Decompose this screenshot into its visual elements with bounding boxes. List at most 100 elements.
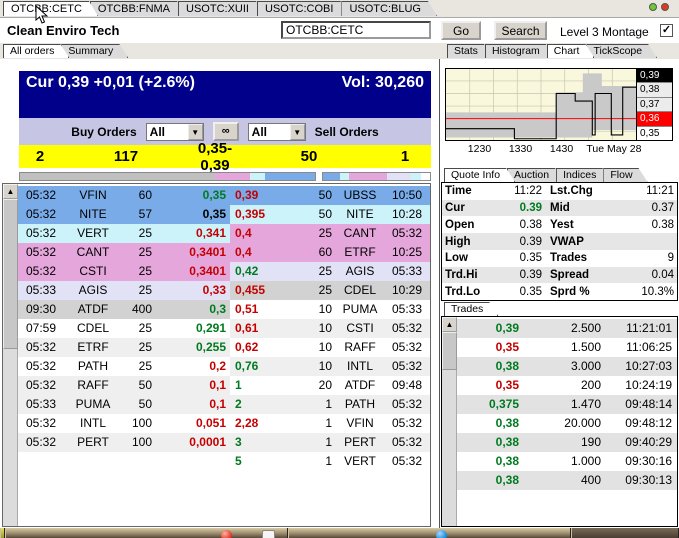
trade-row: 0,39 2.500 11:21:01 — [457, 319, 677, 338]
sell-time: 05:32 — [391, 435, 422, 449]
montage-row: 05:32 NITE 57 0,35 0,395 50 NITE 10:28 — [18, 205, 430, 224]
sell-order-row[interactable]: 2,28 1 VFIN 05:32 — [230, 414, 430, 433]
taskbar-segment[interactable] — [5, 528, 288, 538]
sell-depth-segment — [323, 173, 341, 180]
quote-value: 0.35 — [519, 252, 542, 265]
sell-order-row[interactable]: 0,61 10 CSTI 05:32 — [230, 319, 430, 338]
sell-price: 0,51 — [235, 302, 259, 316]
buy-size: 25 — [138, 340, 152, 354]
window-app-icon[interactable] — [262, 530, 275, 538]
chevron-down-icon[interactable]: ▼ — [187, 123, 203, 140]
buy-order-row[interactable]: 05:32 INTL 100 0,051 — [18, 414, 230, 433]
sell-order-row[interactable]: 0,455 25 CDEL 10:29 — [230, 281, 430, 300]
chart-plot-area — [446, 69, 636, 140]
title-tab-usotc-blug[interactable]: USOTC:BLUG — [341, 1, 437, 16]
taskbar-segment[interactable] — [571, 528, 679, 538]
sell-market-maker: AGIS — [345, 264, 375, 278]
scrollbar-thumb[interactable] — [442, 332, 457, 370]
sell-depth-segment — [410, 173, 422, 180]
sell-filter-select[interactable]: All ▼ — [247, 122, 306, 141]
sell-order-row[interactable]: 0,39 50 UBSS 10:50 — [230, 186, 430, 205]
link-filters-button[interactable]: ∞ — [212, 122, 239, 141]
go-button[interactable]: Go — [441, 21, 481, 40]
close-button[interactable] — [661, 3, 669, 11]
sell-market-maker: ATDF — [344, 378, 376, 392]
quote-tab-auction[interactable]: Auction — [507, 168, 564, 182]
buy-order-row[interactable]: 09:30 ATDF 400 0,3 — [18, 300, 230, 319]
montage-row: 05:33 PUMA 50 0,1 2 1 PATH 05:32 — [18, 395, 430, 414]
buy-order-row[interactable]: 05:32 VFIN 60 0,35 — [18, 186, 230, 205]
quote-label: Cur — [445, 202, 465, 215]
sell-price: 0,4 — [235, 226, 252, 240]
trades-scrollbar[interactable]: ▲ — [442, 317, 457, 526]
os-taskbar[interactable] — [0, 528, 679, 538]
sell-order-row[interactable]: 0,76 10 INTL 05:32 — [230, 357, 430, 376]
sell-size: 10 — [318, 340, 332, 354]
sell-order-row[interactable]: 2 1 PATH 05:32 — [230, 395, 430, 414]
buy-order-row[interactable]: 05:32 PATH 25 0,2 — [18, 357, 230, 376]
buy-order-row[interactable]: 05:32 RAFF 50 0,1 — [18, 376, 230, 395]
montage-scrollbar[interactable]: ▲ — [3, 184, 18, 526]
buy-order-row[interactable]: 07:59 CDEL 25 0,291 — [18, 319, 230, 338]
sell-size: 25 — [318, 264, 332, 278]
minimize-button[interactable] — [649, 3, 657, 11]
sell-order-row[interactable]: 3 1 PERT 05:32 — [230, 433, 430, 452]
sell-order-row[interactable]: 0,62 10 RAFF 05:32 — [230, 338, 430, 357]
sell-order-row[interactable]: 0,4 60 ETRF 10:25 — [230, 243, 430, 262]
quote-value: 0.39 — [519, 268, 542, 281]
trades-tab-trades[interactable]: Trades — [444, 302, 498, 316]
red-app-icon[interactable] — [221, 530, 232, 538]
taskbar-segment[interactable] — [288, 528, 571, 538]
buy-filter-value: All — [149, 124, 165, 139]
montage-row: 05:32 ETRF 25 0,255 0,62 10 RAFF 05:32 — [18, 338, 430, 357]
buy-time: 05:32 — [25, 435, 57, 449]
sell-time: 05:32 — [391, 340, 422, 354]
x-axis-label: 1430 — [549, 143, 574, 155]
title-tab-otcbb-fnma[interactable]: OTCBB:FNMA — [90, 1, 186, 16]
sell-order-row[interactable]: 0,51 10 PUMA 05:33 — [230, 300, 430, 319]
right-tab-tickscope[interactable]: TickScope — [586, 44, 657, 58]
sell-order-row[interactable]: 0,395 50 NITE 10:28 — [230, 205, 430, 224]
sell-order-row[interactable]: 1 20 ATDF 09:48 — [230, 376, 430, 395]
buy-order-row[interactable]: 05:32 CANT 25 0,3401 — [18, 243, 230, 262]
quote-tab-indices[interactable]: Indices — [556, 168, 611, 182]
level3-montage-checkbox[interactable]: ✓ — [660, 24, 673, 37]
symbol-input[interactable] — [281, 21, 431, 39]
blue-app-icon[interactable] — [436, 530, 447, 538]
sell-market-maker: CANT — [343, 226, 377, 240]
title-tab-usotc-cobi[interactable]: USOTC:COBI — [257, 1, 349, 16]
sell-order-row[interactable]: 0,42 25 AGIS 05:33 — [230, 262, 430, 281]
scrollbar-thumb[interactable] — [3, 199, 18, 349]
right-tab-histogram[interactable]: Histogram — [485, 44, 555, 58]
buy-order-row[interactable]: 05:32 NITE 57 0,35 — [18, 205, 230, 224]
trades-tab-strip: Trades — [444, 302, 490, 316]
montage-tab-summary[interactable]: Summary — [61, 44, 128, 58]
quote-value: 0.38 — [519, 218, 542, 231]
search-button[interactable]: Search — [494, 21, 547, 40]
buy-price: 0,3 — [209, 302, 226, 316]
montage-row: 05:32 VERT 25 0,341 0,4 25 CANT 05:32 — [18, 224, 430, 243]
sell-order-row[interactable]: 5 1 VERT 05:32 — [230, 452, 430, 471]
montage-row: 5 1 VERT 05:32 — [18, 452, 430, 471]
buy-order-row[interactable]: 05:32 ETRF 25 0,255 — [18, 338, 230, 357]
buy-order-row[interactable]: 05:33 AGIS 25 0,33 — [18, 281, 230, 300]
buy-market-maker: AGIS — [78, 283, 108, 297]
scroll-up-icon[interactable]: ▲ — [442, 317, 457, 332]
buy-size: 25 — [138, 245, 152, 259]
y-axis-label: 0,35 — [637, 126, 672, 141]
quote-tab-quote-info[interactable]: Quote Info — [444, 168, 515, 182]
buy-order-row[interactable]: 05:32 VERT 25 0,341 — [18, 224, 230, 243]
title-tab-otcbb-cetc[interactable]: OTCBB:CETC — [3, 1, 98, 16]
title-tab-usotc-xuii[interactable]: USOTC:XUII — [178, 1, 265, 16]
buy-order-row[interactable]: 05:33 PUMA 50 0,1 — [18, 395, 230, 414]
trade-size: 200 — [580, 378, 601, 392]
montage-row: 05:32 CANT 25 0,3401 0,4 60 ETRF 10:25 — [18, 243, 430, 262]
buy-order-row[interactable]: 05:32 CSTI 25 0,3401 — [18, 262, 230, 281]
scroll-up-icon[interactable]: ▲ — [3, 184, 18, 199]
chevron-down-icon[interactable]: ▼ — [289, 123, 305, 140]
buy-filter-select[interactable]: All ▼ — [145, 122, 204, 141]
buy-order-row[interactable]: 05:32 PERT 100 0,0001 — [18, 433, 230, 452]
montage-tab-all-orders[interactable]: All orders — [3, 44, 69, 58]
quote-label: Time — [445, 185, 472, 198]
sell-order-row[interactable]: 0,4 25 CANT 05:32 — [230, 224, 430, 243]
